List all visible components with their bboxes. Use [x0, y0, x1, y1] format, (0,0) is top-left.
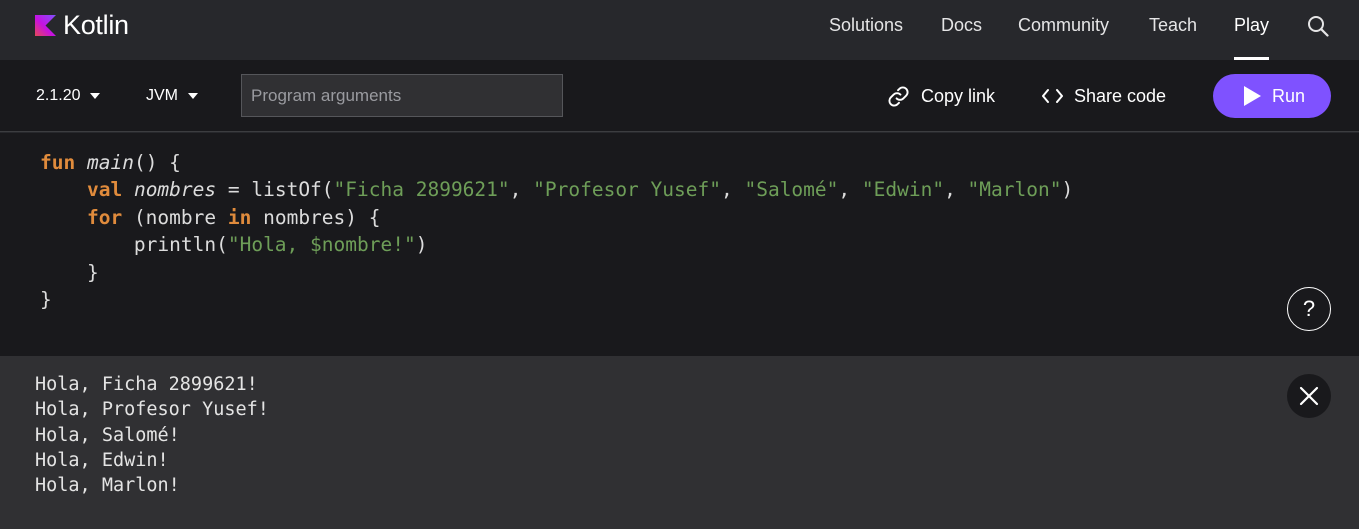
chevron-down-icon — [188, 93, 198, 99]
code-token: () { — [133, 151, 181, 174]
code-token: in — [227, 205, 252, 229]
code-token: main — [86, 151, 134, 174]
run-button[interactable]: Run — [1213, 74, 1331, 118]
kotlin-logo-icon — [35, 14, 56, 36]
share-code-label: Share code — [1074, 85, 1167, 106]
help-icon: ? — [1302, 296, 1316, 321]
code-token: } — [40, 260, 99, 284]
run-label: Run — [1272, 86, 1306, 106]
output-line: Hola, Profesor Yusef! — [35, 399, 269, 421]
copy-link-button[interactable]: Copy link — [887, 84, 995, 108]
nav-play[interactable]: Play — [1234, 14, 1269, 36]
code-line: } — [40, 286, 1073, 313]
code-token: , — [838, 178, 862, 202]
output-line: Hola, Ficha 2899621! — [35, 374, 258, 395]
code-line: println("Hola, $nombre!") — [40, 231, 1073, 258]
output-panel: Hola, Ficha 2899621! Hola, Profesor Yuse… — [0, 356, 1359, 529]
code-token: "Edwin" — [861, 178, 945, 202]
kotlin-logo[interactable]: Kotlin — [35, 10, 129, 40]
code-token: "Profesor Yusef" — [533, 178, 721, 202]
share-code-button[interactable]: Share code — [1042, 84, 1166, 108]
kotlin-version-value: 2.1.20 — [36, 87, 81, 104]
code-token: "Ficha 2899621" — [333, 178, 510, 202]
site-header: Kotlin Solutions Docs Community Teach Pl… — [0, 0, 1359, 60]
code-token: "Marlon" — [967, 178, 1062, 202]
logo-text: Kotlin — [63, 10, 129, 40]
code-token: val — [86, 178, 123, 202]
code-line: fun main() { — [40, 149, 1073, 176]
code-token: "Hola, $nombre!" — [227, 233, 416, 257]
code-token: "Salomé" — [744, 178, 839, 202]
kotlin-version-dropdown[interactable]: 2.1.20 — [36, 86, 101, 106]
play-icon — [1244, 86, 1261, 106]
playground-toolbar: 2.1.20 JVM Copy link Share code Run — [0, 60, 1359, 132]
link-icon — [888, 85, 909, 107]
help-button[interactable]: ? — [1287, 287, 1331, 331]
code-token: for — [86, 205, 123, 229]
search-icon[interactable] — [1307, 15, 1329, 37]
output-lines: Hola, Ficha 2899621! Hola, Profesor Yuse… — [35, 372, 269, 498]
code-content[interactable]: fun main() { val nombres = listOf("Ficha… — [40, 149, 1073, 313]
code-line: for (nombre in nombres) { — [40, 204, 1073, 231]
code-token: = listOf( — [216, 178, 334, 202]
code-token: , — [944, 178, 968, 202]
chevron-down-icon — [90, 93, 101, 99]
code-token: ) — [415, 233, 428, 257]
code-token: } — [40, 288, 52, 312]
code-token: , — [720, 178, 745, 202]
target-platform-dropdown[interactable]: JVM — [146, 86, 198, 106]
target-platform-value: JVM — [146, 87, 178, 104]
output-line: Hola, Marlon! — [35, 475, 180, 497]
code-token: , — [509, 178, 534, 202]
nav-docs[interactable]: Docs — [941, 14, 982, 36]
code-token: nombres) { — [251, 205, 381, 229]
code-editor[interactable]: fun main() { val nombres = listOf("Ficha… — [0, 133, 1359, 356]
code-brackets-icon — [1042, 89, 1063, 103]
close-output-button[interactable] — [1287, 374, 1331, 418]
code-token: ) — [1061, 178, 1074, 202]
close-icon — [1299, 386, 1319, 406]
program-arguments-input[interactable] — [241, 74, 563, 117]
code-line: val nombres = listOf("Ficha 2899621", "P… — [40, 176, 1073, 203]
nav-community[interactable]: Community — [1018, 14, 1109, 36]
code-line: } — [40, 259, 1073, 286]
nav-teach[interactable]: Teach — [1149, 14, 1197, 36]
code-token: fun — [40, 151, 76, 174]
copy-link-label: Copy link — [921, 85, 996, 106]
nav-solutions[interactable]: Solutions — [829, 14, 903, 36]
output-line: Hola, Edwin! — [35, 449, 169, 471]
code-token: println( — [40, 233, 228, 257]
code-token: (nombre — [122, 205, 228, 229]
code-token: nombres — [133, 178, 217, 202]
output-line: Hola, Salomé! — [35, 424, 180, 446]
